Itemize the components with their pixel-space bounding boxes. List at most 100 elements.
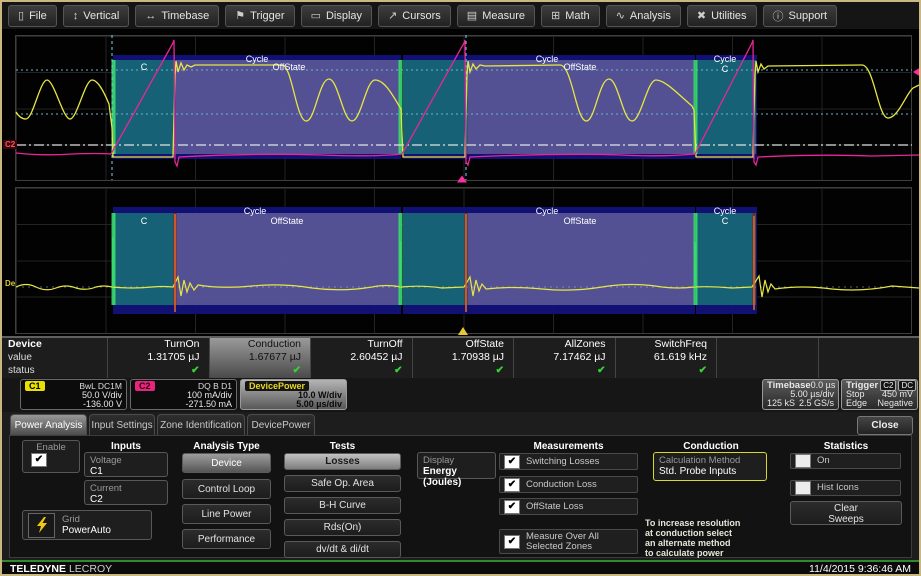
- menu-vertical[interactable]: ↕ Vertical: [63, 5, 130, 27]
- statistics-on-checkbox-row[interactable]: On: [790, 453, 901, 469]
- zone-label-conduction: C: [141, 63, 148, 72]
- clear-sweeps-button[interactable]: Clear Sweeps: [790, 501, 902, 525]
- tests-safe-op-area-button[interactable]: Safe Op. Area: [284, 475, 401, 492]
- device-power-descriptor[interactable]: DevicePower 10.0 W/div 5.00 µs/div: [240, 379, 347, 410]
- enable-checkbox[interactable]: ✔: [31, 453, 47, 467]
- measure-over-all-zones-checkbox-row[interactable]: ✔ Measure Over All Selected Zones: [499, 529, 638, 554]
- switching-losses-checkbox-row[interactable]: ✔ Switching Losses: [499, 453, 638, 470]
- display-label: Display: [423, 455, 490, 466]
- menu-file[interactable]: ▯File: [8, 5, 57, 27]
- zone-label-offstate: OffState: [271, 217, 304, 226]
- measure-col-turnoff[interactable]: TurnOff 2.60452 µJ ✔: [310, 338, 412, 378]
- zone-label-cycle: Cycle: [244, 207, 267, 216]
- calculation-method-selector[interactable]: Calculation Method Std. Probe Inputs: [653, 452, 767, 481]
- current-input[interactable]: Current C2: [84, 480, 168, 505]
- menu-measure[interactable]: ▤Measure: [457, 5, 535, 27]
- checkbox-checked[interactable]: ✔: [504, 478, 520, 492]
- timebase-rate: 2.5 GS/s: [799, 399, 834, 408]
- measure-col-offstate[interactable]: OffState 1.70938 µJ ✔: [412, 338, 514, 378]
- grid-selector[interactable]: Grid PowerAuto: [22, 510, 152, 540]
- brand-lecroy: LECROY: [69, 563, 112, 575]
- zone-label-cycle: Cycle: [714, 55, 737, 64]
- power-analysis-dialog: Power Analysis Input Settings Zone Ident…: [2, 412, 919, 560]
- descriptor-bar: C1BwL DC1M 50.0 V/div -136.00 V C2DQ B D…: [2, 378, 919, 412]
- status-check-icon: ✔: [413, 364, 514, 377]
- voltage-current-grid: [15, 35, 912, 181]
- analysis-type-line-power-button[interactable]: Line Power: [182, 504, 271, 524]
- voltage-value: C1: [90, 466, 162, 477]
- close-button[interactable]: Close: [857, 416, 913, 435]
- c1-descriptor[interactable]: C1BwL DC1M 50.0 V/div -136.00 V: [20, 379, 127, 410]
- measurement-table: Device value status TurnOn 1.31705 µJ ✔ …: [2, 336, 919, 378]
- timebase-descriptor[interactable]: Timebase0.0 µs 5.00 µs/div 125 kS2.5 GS/…: [762, 379, 839, 410]
- menu-display[interactable]: ▭Display: [301, 5, 372, 27]
- hist-icons-checkbox-row[interactable]: Hist Icons: [790, 480, 901, 496]
- note-line: at conduction select: [645, 528, 740, 538]
- status-check-icon: ✔: [108, 364, 209, 377]
- zone-label-offstate: OffState: [564, 63, 597, 72]
- analysis-type-device-button[interactable]: Device: [182, 453, 271, 473]
- menu-math[interactable]: ⊞Math: [541, 5, 600, 27]
- conduction-header: Conduction: [652, 441, 770, 452]
- offstate-loss-checkbox-row[interactable]: ✔ OffState Loss: [499, 498, 638, 515]
- analysis-type-control-loop-button[interactable]: Control Loop: [182, 479, 271, 499]
- menu-cursors[interactable]: ↗Cursors: [378, 5, 451, 27]
- tab-input-settings[interactable]: Input Settings: [89, 414, 155, 435]
- trigger-level-marker-icon[interactable]: [913, 67, 919, 77]
- menu-timebase[interactable]: ↔Timebase: [135, 5, 219, 27]
- vertical-arrows-icon: ↕: [73, 10, 79, 22]
- zone-label-cycle: Cycle: [536, 207, 559, 216]
- c1-offset: -136.00 V: [83, 400, 122, 409]
- statistics-on-label: On: [817, 456, 830, 466]
- calculation-method-value: Std. Probe Inputs: [659, 466, 761, 477]
- menu-bar: ▯File ↕ Vertical ↔Timebase ⚑Trigger ▭Disp…: [2, 2, 919, 30]
- menu-math-label: Math: [565, 10, 589, 22]
- tests-losses-button[interactable]: Losses: [284, 453, 401, 470]
- checkbox-checked[interactable]: ✔: [504, 455, 520, 469]
- checkbox-checked[interactable]: ✔: [504, 500, 520, 514]
- checkbox-unchecked[interactable]: [795, 481, 811, 495]
- tests-bh-curve-button[interactable]: B-H Curve: [284, 497, 401, 514]
- menu-trigger[interactable]: ⚑Trigger: [225, 5, 294, 27]
- analysis-type-performance-button[interactable]: Performance: [182, 529, 271, 549]
- measure-col-conduction[interactable]: Conduction 1.67677 µJ ✔: [209, 338, 311, 378]
- measure-name: AllZones: [514, 338, 615, 351]
- menu-file-label: File: [29, 10, 47, 22]
- measure-value: 61.619 kHz: [616, 351, 717, 364]
- measurements-header: Measurements: [499, 441, 638, 452]
- menu-utilities[interactable]: ✖Utilities: [687, 5, 757, 27]
- tests-rds-on-button[interactable]: Rds(On): [284, 519, 401, 536]
- conduction-loss-checkbox-row[interactable]: ✔ Conduction Loss: [499, 476, 638, 493]
- menu-vertical-label: Vertical: [83, 10, 119, 22]
- zone-label-offstate: OffState: [273, 63, 306, 72]
- inputs-header: Inputs: [84, 441, 168, 452]
- c2-zero-marker: C2: [3, 140, 17, 149]
- waveform-plot-area[interactable]: Cycle C OffState Cycle OffState Cycle C …: [2, 30, 919, 336]
- grid-label: Grid: [62, 514, 111, 525]
- trigger-descriptor[interactable]: TriggerC2DC Stop450 mV EdgeNegative: [841, 379, 918, 410]
- info-icon: ⓘ: [773, 8, 784, 24]
- zone-label-cycle: Cycle: [246, 55, 269, 64]
- measure-col-allzones[interactable]: AllZones 7.17462 µJ ✔: [513, 338, 615, 378]
- menu-support[interactable]: ⓘSupport: [763, 5, 838, 27]
- tab-devicepower[interactable]: DevicePower: [247, 414, 315, 435]
- tab-zone-identification[interactable]: Zone Identification: [157, 414, 245, 435]
- voltage-input[interactable]: Voltage C1: [84, 452, 168, 477]
- checkbox-unchecked[interactable]: [795, 454, 811, 468]
- menu-analysis[interactable]: ∿Analysis: [606, 5, 681, 27]
- analysis-wave-icon: ∿: [616, 9, 625, 22]
- c2-descriptor[interactable]: C2DQ B D1 100 mA/div -271.50 mA: [130, 379, 237, 410]
- tab-power-analysis[interactable]: Power Analysis: [10, 414, 87, 435]
- brand-teledyne: TELEDYNE: [10, 563, 66, 575]
- measure-col-turnon[interactable]: TurnOn 1.31705 µJ ✔: [107, 338, 209, 378]
- measure-name: Conduction: [210, 338, 311, 351]
- display-selector[interactable]: Display Energy (Joules): [417, 452, 496, 479]
- measure-value: 2.60452 µJ: [311, 351, 412, 364]
- checkbox-checked[interactable]: ✔: [504, 535, 520, 549]
- tests-dvdt-didt-button[interactable]: dv/dt & di/dt: [284, 541, 401, 558]
- conduction-loss-label: Conduction Loss: [526, 480, 597, 490]
- menu-cursors-label: Cursors: [402, 10, 441, 22]
- measure-col-switchfreq[interactable]: SwitchFreq 61.619 kHz ✔: [615, 338, 717, 378]
- brand-logo: TELEDYNE LECROY: [10, 563, 112, 575]
- menu-trigger-label: Trigger: [250, 10, 284, 22]
